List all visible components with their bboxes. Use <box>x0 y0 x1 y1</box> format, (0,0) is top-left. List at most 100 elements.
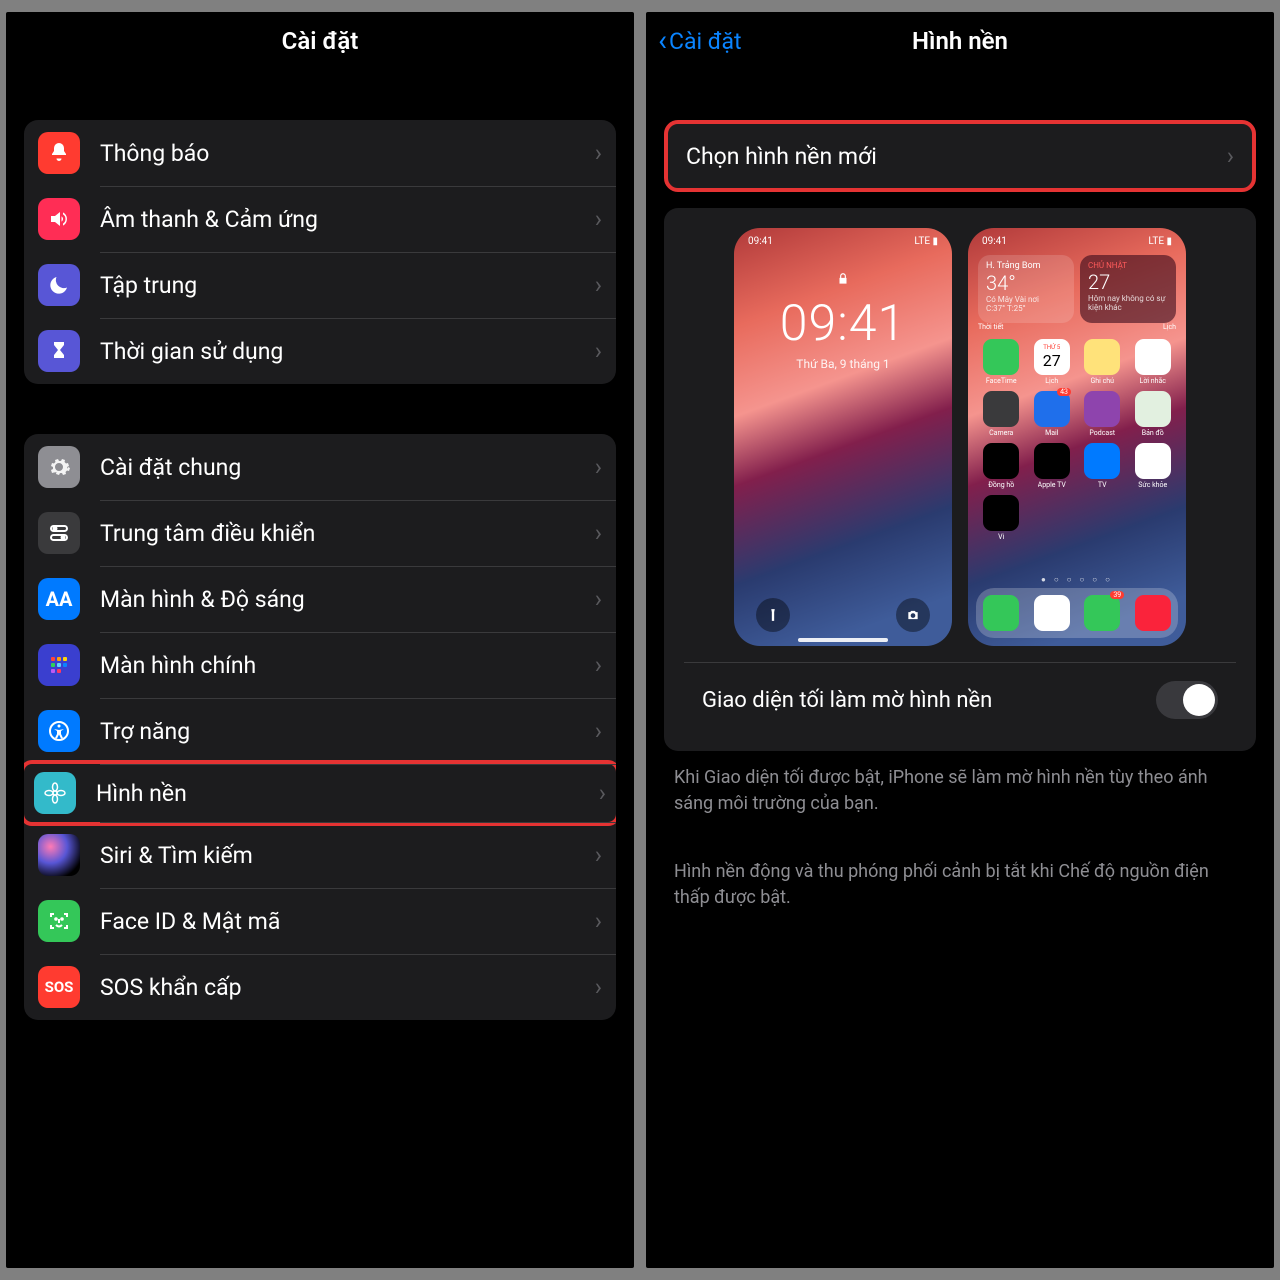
app-icon <box>1084 339 1120 375</box>
chevron-left-icon: ‹ <box>658 26 667 56</box>
lock-time: 09:41 <box>734 295 952 353</box>
text-size-icon: AA <box>38 578 80 620</box>
dock: 39 <box>976 588 1178 638</box>
row-siri[interactable]: Siri & Tìm kiếm › <box>24 822 616 888</box>
dock-phone-icon <box>983 595 1019 631</box>
app-icon <box>1084 391 1120 427</box>
app-icon <box>983 339 1019 375</box>
app-label: Camera <box>989 429 1013 437</box>
badge: 43 <box>1057 388 1071 396</box>
app-label: Ví <box>998 533 1004 541</box>
home-indicator <box>798 638 888 642</box>
dock-messages-icon <box>1084 595 1120 631</box>
siri-icon <box>38 834 80 876</box>
dim-wallpaper-label: Giao diện tối làm mờ hình nền <box>702 688 1156 713</box>
switches-icon <box>38 512 80 554</box>
row-label: Màn hình chính <box>100 652 595 679</box>
chevron-right-icon: › <box>595 205 602 233</box>
row-display[interactable]: AA Màn hình & Độ sáng › <box>24 566 616 632</box>
back-label: Cài đặt <box>669 28 742 55</box>
wallpaper-title: Hình nền <box>912 27 1008 55</box>
chevron-right-icon: › <box>595 585 602 613</box>
chevron-right-icon: › <box>595 453 602 481</box>
row-label: Màn hình & Độ sáng <box>100 586 595 613</box>
weather-cond: Có Mây Vài nơi <box>986 295 1066 304</box>
lock-date: Thứ Ba, 9 tháng 1 <box>734 357 952 371</box>
chevron-right-icon: › <box>595 271 602 299</box>
row-screentime[interactable]: Thời gian sử dụng › <box>24 318 616 384</box>
camera-icon <box>896 598 930 632</box>
wallpaper-preview-group: 09:41 LTE ▮ 09:41 Thứ Ba, 9 tháng 1 <box>664 208 1256 751</box>
weather-temp: 34° <box>986 271 1066 295</box>
flower-icon <box>34 772 76 814</box>
row-label: Thời gian sử dụng <box>100 338 595 365</box>
row-sounds[interactable]: Âm thanh & Cảm ứng › <box>24 186 616 252</box>
faceid-icon <box>38 900 80 942</box>
settings-group-1: Thông báo › Âm thanh & Cảm ứng › Tập tru… <box>24 120 616 384</box>
row-sos[interactable]: SOS SOS khẩn cấp › <box>24 954 616 1020</box>
cal-day: 27 <box>1088 270 1168 294</box>
app-label: Bản đồ <box>1142 429 1164 437</box>
app-label: Mail <box>1045 429 1058 437</box>
grid-icon <box>38 644 80 686</box>
row-focus[interactable]: Tập trung › <box>24 252 616 318</box>
row-label: Hình nền <box>96 780 599 807</box>
row-faceid[interactable]: Face ID & Mật mã › <box>24 888 616 954</box>
row-accessibility[interactable]: Trợ năng › <box>24 698 616 764</box>
app-icon <box>1084 443 1120 479</box>
choose-wallpaper-row[interactable]: Chọn hình nền mới › <box>668 124 1252 188</box>
chevron-right-icon: › <box>595 519 602 547</box>
cal-day-label: CHỦ NHẬT <box>1088 261 1168 270</box>
wallpaper-header: ‹ Cài đặt Hình nền <box>646 12 1274 70</box>
app-label: Apple TV <box>1038 481 1066 489</box>
widgets-row: H. Trảng Bom 34° Có Mây Vài nơi C:37° T:… <box>968 247 1186 323</box>
app-label: Lời nhắc <box>1140 377 1166 385</box>
homescreen-preview[interactable]: 09:41 LTE ▮ H. Trảng Bom 34° Có Mây Vài … <box>968 228 1186 646</box>
row-label: Âm thanh & Cảm ứng <box>100 206 595 233</box>
page-dots: ● ○ ○ ○ ○ ○ <box>968 575 1186 584</box>
status-time: 09:41 <box>982 236 1007 247</box>
lock-content: 09:41 Thứ Ba, 9 tháng 1 <box>734 271 952 371</box>
app-icon <box>983 495 1019 531</box>
status-time: 09:41 <box>748 236 773 247</box>
choose-wallpaper-label: Chọn hình nền mới <box>686 143 1227 170</box>
cal-text: Hôm nay không có sự kiện khác <box>1088 294 1168 312</box>
chevron-right-icon: › <box>595 841 602 869</box>
choose-wallpaper-group: Chọn hình nền mới › <box>664 120 1256 192</box>
lock-icon <box>734 271 952 291</box>
gear-icon <box>38 446 80 488</box>
app-icon <box>1135 339 1171 375</box>
row-control-center[interactable]: Trung tâm điều khiển › <box>24 500 616 566</box>
widget-caption: Lịch <box>1163 323 1176 331</box>
row-homescreen[interactable]: Màn hình chính › <box>24 632 616 698</box>
row-label: Cài đặt chung <box>100 454 595 481</box>
flashlight-icon <box>756 598 790 632</box>
settings-header: Cài đặt <box>6 12 634 70</box>
row-wallpaper[interactable]: Hình nền › <box>24 760 616 826</box>
app-label: FaceTime <box>986 377 1017 385</box>
weather-widget: H. Trảng Bom 34° Có Mây Vài nơi C:37° T:… <box>978 255 1074 323</box>
preview-row: 09:41 LTE ▮ 09:41 Thứ Ba, 9 tháng 1 <box>684 228 1236 646</box>
app-label: Podcast <box>1089 429 1115 437</box>
app-icon <box>1034 443 1070 479</box>
app-label: Ghi chú <box>1091 377 1114 385</box>
app-label: TV <box>1098 481 1107 489</box>
chevron-right-icon: › <box>595 337 602 365</box>
row-general[interactable]: Cài đặt chung › <box>24 434 616 500</box>
chevron-right-icon: › <box>595 651 602 679</box>
back-button[interactable]: ‹ Cài đặt <box>658 26 742 56</box>
dim-wallpaper-toggle[interactable] <box>1156 681 1218 719</box>
lockscreen-preview[interactable]: 09:41 LTE ▮ 09:41 Thứ Ba, 9 tháng 1 <box>734 228 952 646</box>
calendar-widget: CHỦ NHẬT 27 Hôm nay không có sự kiện khá… <box>1080 255 1176 323</box>
chevron-right-icon: › <box>595 907 602 935</box>
badge: 39 <box>1110 591 1124 599</box>
settings-pane: Cài đặt Thông báo › Âm thanh & Cảm ứng ›… <box>6 12 634 1268</box>
row-notifications[interactable]: Thông báo › <box>24 120 616 186</box>
row-label: SOS khẩn cấp <box>100 974 595 1001</box>
row-label: Face ID & Mật mã <box>100 908 595 935</box>
speaker-icon <box>38 198 80 240</box>
dock-safari-icon <box>1034 595 1070 631</box>
weather-location: H. Trảng Bom <box>986 261 1066 271</box>
app-icon: THỨ 527 <box>1034 339 1070 375</box>
chevron-right-icon: › <box>599 779 606 807</box>
